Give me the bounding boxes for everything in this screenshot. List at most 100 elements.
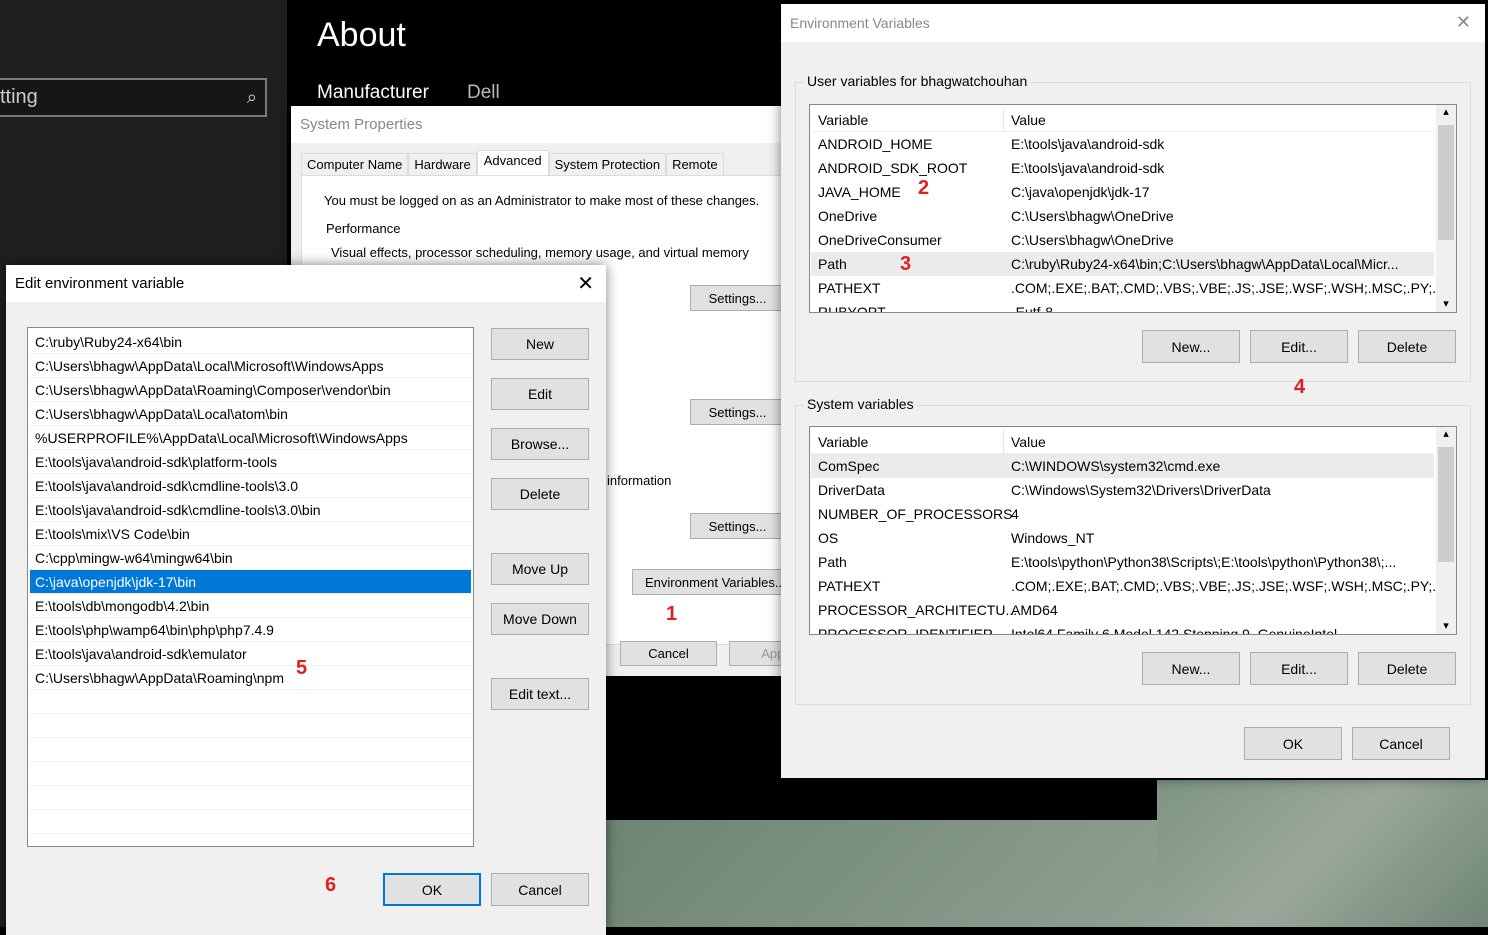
edit-text-button[interactable]: Edit text...: [491, 678, 589, 710]
system-variables-table[interactable]: Variable Value ComSpec C:\WINDOWS\system32\…: [809, 426, 1457, 635]
tab-computer-name[interactable]: Computer Name: [301, 153, 409, 176]
tab-advanced[interactable]: Advanced: [476, 150, 549, 176]
annotation-4: 4: [1294, 376, 1306, 398]
variable-value: AMD64: [1011, 602, 1058, 618]
delete-button[interactable]: Delete: [491, 478, 589, 510]
cancel-button[interactable]: Cancel: [1352, 727, 1450, 760]
edit-dialog-titlebar: Edit environment variable ✕: [6, 265, 606, 302]
list-item[interactable]: E:\tools\mix\VS Code\bin: [30, 522, 471, 546]
variable-name: RUBYOPT: [818, 304, 886, 313]
list-item[interactable]: C:\ruby\Ruby24-x64\bin: [30, 330, 471, 354]
list-item[interactable]: C:\Users\bhagw\AppData\Local\atom\bin: [30, 402, 471, 426]
variable-name: ANDROID_SDK_ROOT: [818, 160, 968, 176]
scroll-down-icon[interactable]: ▾: [1436, 619, 1456, 632]
column-header-variable[interactable]: Variable: [818, 430, 868, 454]
list-item[interactable]: E:\tools\java\android-sdk\emulator: [30, 642, 471, 666]
user-variables-table[interactable]: Variable Value ANDROID_HOME E:\tools\java\a…: [809, 104, 1457, 313]
user-delete-button[interactable]: Delete: [1358, 330, 1456, 363]
system-edit-button[interactable]: Edit...: [1250, 652, 1348, 685]
browse-button[interactable]: Browse...: [491, 428, 589, 460]
system-new-button[interactable]: New...: [1142, 652, 1240, 685]
ok-button[interactable]: OK: [1244, 727, 1342, 760]
vertical-scrollbar[interactable]: ▴ ▾: [1436, 105, 1456, 312]
list-item[interactable]: E:\tools\php\wamp64\bin\php\php7.4.9: [30, 618, 471, 642]
tab-system-protection[interactable]: System Protection: [548, 153, 667, 176]
cancel-button[interactable]: Cancel: [620, 641, 717, 666]
user-profiles-settings-button[interactable]: Settings...: [690, 399, 785, 425]
environment-variables-button[interactable]: Environment Variables...: [632, 569, 792, 595]
user-new-button[interactable]: New...: [1142, 330, 1240, 363]
annotation-1: 1: [666, 603, 678, 625]
list-item[interactable]: %USERPROFILE%\AppData\Local\Microsoft\Wi…: [30, 426, 471, 450]
new-button[interactable]: New: [491, 328, 589, 360]
cancel-button[interactable]: Cancel: [491, 873, 589, 906]
table-header: Variable Value: [811, 430, 1434, 454]
variable-value: E:\tools\java\android-sdk: [1011, 160, 1165, 176]
table-row[interactable]: PATHEXT .COM;.EXE;.BAT;.CMD;.VBS;.VBE;.JS…: [811, 276, 1456, 300]
scrollbar-thumb[interactable]: [1438, 125, 1454, 240]
startup-settings-button[interactable]: Settings...: [690, 513, 785, 539]
scroll-up-icon[interactable]: ▴: [1436, 427, 1456, 440]
list-item[interactable]: C:\Users\bhagw\AppData\Roaming\npm: [30, 666, 471, 690]
table-row[interactable]: PROCESSOR_ARCHITECTU... AMD64: [811, 598, 1434, 622]
vertical-scrollbar[interactable]: ▴ ▾: [1436, 427, 1456, 634]
performance-description: Visual effects, processor scheduling, me…: [331, 245, 749, 260]
close-icon[interactable]: ✕: [577, 271, 594, 296]
table-row[interactable]: NUMBER_OF_PROCESSORS 4: [811, 502, 1434, 526]
table-row[interactable]: ANDROID_HOME E:\tools\java\android-sdk: [811, 132, 1434, 156]
settings-search-box[interactable]: tting ⌕: [0, 78, 267, 117]
table-row[interactable]: ANDROID_SDK_ROOT E:\tools\java\android-sd…: [811, 156, 1434, 180]
variable-value: C:\Users\bhagw\OneDrive: [1011, 208, 1174, 224]
table-row[interactable]: PATHEXT .COM;.EXE;.BAT;.CMD;.VBS;.VBE;.JS…: [811, 574, 1456, 598]
table-row[interactable]: Path E:\tools\python\Python38\Scripts\;E:…: [811, 550, 1434, 574]
table-row[interactable]: OneDrive C:\Users\bhagw\OneDrive: [811, 204, 1434, 228]
scroll-down-icon[interactable]: ▾: [1436, 297, 1456, 310]
column-header-variable[interactable]: Variable: [818, 108, 868, 132]
variable-value: C:\java\openjdk\jdk-17: [1011, 184, 1150, 200]
path-entries-list[interactable]: C:\ruby\Ruby24-x64\bin C:\Users\bhagw\App…: [27, 327, 474, 847]
performance-settings-button[interactable]: Settings...: [690, 285, 785, 311]
list-item: [30, 786, 471, 810]
user-edit-button[interactable]: Edit...: [1250, 330, 1348, 363]
tab-bar: Computer Name Hardware Advanced System Prot…: [301, 150, 724, 176]
search-icon: ⌕: [246, 87, 257, 107]
column-header-value[interactable]: Value: [1011, 108, 1046, 132]
desktop-wallpaper-bottom: [606, 820, 1157, 927]
table-row[interactable]: ComSpec C:\WINDOWS\system32\cmd.exe: [811, 454, 1434, 478]
variable-name: Path: [818, 256, 847, 272]
search-input-text: tting: [0, 86, 38, 108]
table-row[interactable]: JAVA_HOME C:\java\openjdk\jdk-17: [811, 180, 1434, 204]
system-delete-button[interactable]: Delete: [1358, 652, 1456, 685]
variable-value: 4: [1011, 506, 1019, 522]
table-row[interactable]: DriverData C:\Windows\System32\Drivers\Dr…: [811, 478, 1434, 502]
scrollbar-thumb[interactable]: [1438, 447, 1454, 562]
move-down-button[interactable]: Move Down: [491, 603, 589, 635]
list-item[interactable]: C:\cpp\mingw-w64\mingw64\bin: [30, 546, 471, 570]
list-item[interactable]: E:\tools\java\android-sdk\cmdline-tools\…: [30, 474, 471, 498]
list-item[interactable]: E:\tools\db\mongodb\4.2\bin: [30, 594, 471, 618]
ok-button[interactable]: OK: [383, 873, 481, 906]
table-row[interactable]: RUBYOPT -Eutf-8: [811, 300, 1434, 313]
variable-name: Path: [818, 554, 847, 570]
variable-value: C:\Windows\System32\Drivers\DriverData: [1011, 482, 1271, 498]
variable-value: C:\Users\bhagw\OneDrive: [1011, 232, 1174, 248]
list-item[interactable]: C:\Users\bhagw\AppData\Roaming\Composer\…: [30, 378, 471, 402]
table-row[interactable]: PROCESSOR_IDENTIFIER Intel64 Family 6 Mod…: [811, 622, 1434, 634]
list-item[interactable]: E:\tools\java\android-sdk\platform-tools: [30, 450, 471, 474]
scroll-up-icon[interactable]: ▴: [1436, 105, 1456, 118]
tab-remote[interactable]: Remote: [666, 153, 724, 176]
table-row[interactable]: OneDriveConsumer C:\Users\bhagw\OneDrive: [811, 228, 1434, 252]
move-up-button[interactable]: Move Up: [491, 553, 589, 585]
list-item[interactable]: E:\tools\java\android-sdk\cmdline-tools\…: [30, 498, 471, 522]
table-row[interactable]: OS Windows_NT: [811, 526, 1434, 550]
list-item: [30, 714, 471, 738]
close-icon[interactable]: ✕: [1456, 12, 1471, 33]
list-item[interactable]: C:\java\openjdk\jdk-17\bin: [30, 570, 471, 594]
annotation-2: 2: [918, 177, 930, 199]
list-item[interactable]: C:\Users\bhagw\AppData\Local\Microsoft\W…: [30, 354, 471, 378]
annotation-5: 5: [296, 657, 308, 679]
column-header-value[interactable]: Value: [1011, 430, 1046, 454]
tab-hardware[interactable]: Hardware: [408, 153, 477, 176]
edit-button[interactable]: Edit: [491, 378, 589, 410]
environment-variables-dialog: Environment Variables ✕ User variables f…: [781, 4, 1485, 778]
